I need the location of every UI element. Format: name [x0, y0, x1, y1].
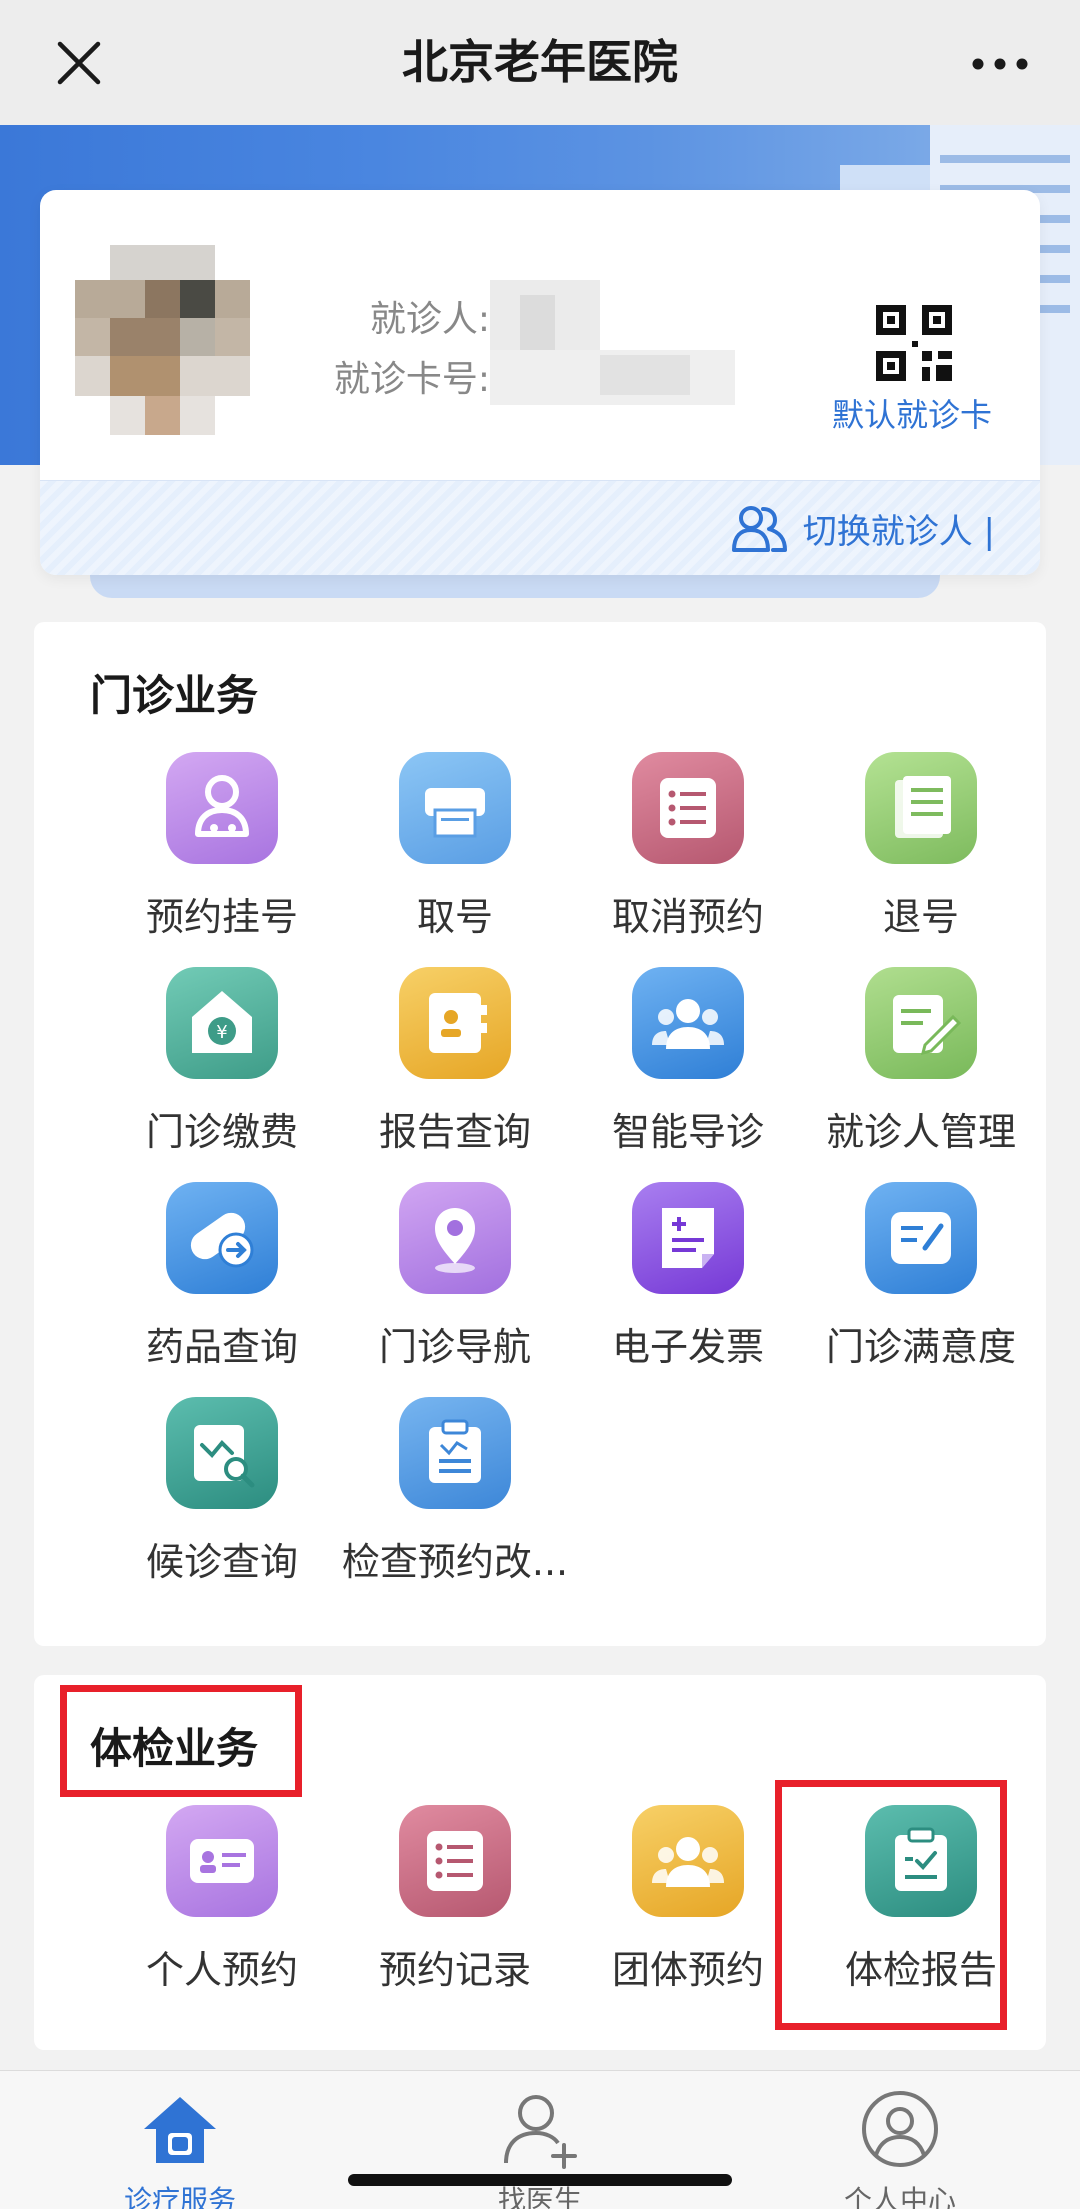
- grid-item-appointment[interactable]: 预约挂号: [97, 752, 347, 941]
- switch-users-icon: [731, 505, 787, 552]
- avatar: [75, 245, 250, 435]
- tab-label: 诊疗服务: [123, 2184, 236, 2209]
- search-chart-icon: [166, 1397, 278, 1509]
- grid-item-report-query[interactable]: 报告查询: [330, 967, 580, 1156]
- list-icon: [399, 1805, 511, 1917]
- location-icon: [399, 1182, 511, 1294]
- report-icon: [399, 967, 511, 1079]
- top-navigation-bar: 北京老年医院: [0, 0, 1080, 125]
- survey-icon: [865, 1182, 977, 1294]
- grid-item-label: 电子发票: [611, 1325, 764, 1369]
- home-indicator: [348, 2174, 732, 2186]
- patient-card: 就诊人: 就诊卡号: 默认就诊卡 切换就诊人 |: [40, 190, 1040, 575]
- document-icon: [865, 752, 977, 864]
- bottom-tab-bar: 诊疗服务 找医生 个人中心: [0, 2070, 1080, 2209]
- grid-item-label: 退号: [882, 895, 959, 939]
- highlight-checkup-report: [775, 1780, 1007, 2030]
- grid-item-label: 门诊缴费: [145, 1110, 298, 1154]
- grid-item-appointment-records[interactable]: 预约记录: [330, 1805, 580, 1994]
- grid-item-label: 预约记录: [378, 1948, 531, 1992]
- grid-item-label: 就诊人管理: [825, 1110, 1016, 1154]
- grid-item-satisfaction[interactable]: 门诊满意度: [796, 1182, 1046, 1371]
- patient-info-labels: 就诊人: 就诊卡号:: [270, 290, 490, 410]
- outpatient-section-title: 门诊业务: [90, 671, 259, 720]
- edit-icon: [865, 967, 977, 1079]
- patient-card-number-label: 就诊卡号:: [333, 359, 490, 400]
- grid-item-outpatient-payment[interactable]: ¥ 门诊缴费: [97, 967, 347, 1156]
- grid-item-label: 预约挂号: [145, 895, 298, 939]
- switch-patient-bar: 切换就诊人 |: [40, 480, 1040, 575]
- page-title: 北京老年医院: [402, 35, 678, 89]
- grid-item-label: 药品查询: [145, 1325, 298, 1369]
- add-user-icon: [504, 2095, 577, 2169]
- grid-item-refund[interactable]: 退号: [796, 752, 1046, 941]
- outpatient-services-panel: 门诊业务 预约挂号 取号 取消预约 退号 ¥ 门诊缴费 报告查询 智能导诊 就诊…: [34, 622, 1046, 1646]
- more-icon[interactable]: [970, 52, 1030, 76]
- svg-text:¥: ¥: [216, 1022, 227, 1043]
- grid-item-e-invoice[interactable]: 电子发票: [563, 1182, 813, 1371]
- grid-item-label: 门诊满意度: [825, 1325, 1016, 1369]
- card-number-redacted-block: [600, 355, 690, 395]
- grid-item-drug-query[interactable]: 药品查询: [97, 1182, 347, 1371]
- switch-patient-button[interactable]: 切换就诊人 |: [731, 481, 995, 575]
- patient-name-label: 就诊人:: [369, 299, 490, 340]
- payment-icon: ¥: [166, 967, 278, 1079]
- group-icon: [632, 967, 744, 1079]
- grid-item-label: 取消预约: [611, 895, 764, 939]
- grid-item-label: 报告查询: [378, 1110, 531, 1154]
- clipboard-icon: [399, 1397, 511, 1509]
- printer-icon: [399, 752, 511, 864]
- grid-item-label: 检查预约改...: [341, 1540, 569, 1584]
- grid-item-exam-reschedule[interactable]: 检查预约改...: [330, 1397, 580, 1586]
- tab-label: 个人中心: [843, 2184, 956, 2209]
- grid-item-navigation[interactable]: 门诊导航: [330, 1182, 580, 1371]
- id-card-icon: [166, 1805, 278, 1917]
- pill-icon: [166, 1182, 278, 1294]
- doctor-icon: [166, 752, 278, 864]
- grid-item-patient-management[interactable]: 就诊人管理: [796, 967, 1046, 1156]
- grid-item-label: 候诊查询: [145, 1540, 298, 1584]
- grid-item-personal-appointment[interactable]: 个人预约: [97, 1805, 347, 1994]
- grid-item-label: 取号: [416, 895, 493, 939]
- group-icon: [632, 1805, 744, 1917]
- grid-item-label: 门诊导航: [378, 1325, 531, 1369]
- grid-item-take-number[interactable]: 取号: [330, 752, 580, 941]
- switch-patient-label: 切换就诊人 |: [802, 512, 995, 552]
- tab-find-doctor[interactable]: 找医生: [360, 2071, 720, 2209]
- user-circle-icon: [862, 2091, 938, 2167]
- default-card-link[interactable]: 默认就诊卡: [832, 390, 992, 436]
- list-icon: [632, 752, 744, 864]
- grid-item-cancel-appointment[interactable]: 取消预约: [563, 752, 813, 941]
- invoice-icon: [632, 1182, 744, 1294]
- grid-item-smart-guide[interactable]: 智能导诊: [563, 967, 813, 1156]
- grid-item-label: 个人预约: [145, 1948, 298, 1992]
- patient-name-redacted-block: [520, 295, 555, 350]
- grid-item-waiting-query[interactable]: 候诊查询: [97, 1397, 347, 1586]
- grid-item-label: 智能导诊: [611, 1110, 764, 1154]
- home-icon: [144, 2097, 216, 2163]
- highlight-checkup-title: [60, 1685, 302, 1797]
- qr-code-icon[interactable]: [876, 305, 952, 381]
- tab-diagnosis-services[interactable]: 诊疗服务: [0, 2071, 360, 2209]
- tab-personal-center[interactable]: 个人中心: [720, 2071, 1080, 2209]
